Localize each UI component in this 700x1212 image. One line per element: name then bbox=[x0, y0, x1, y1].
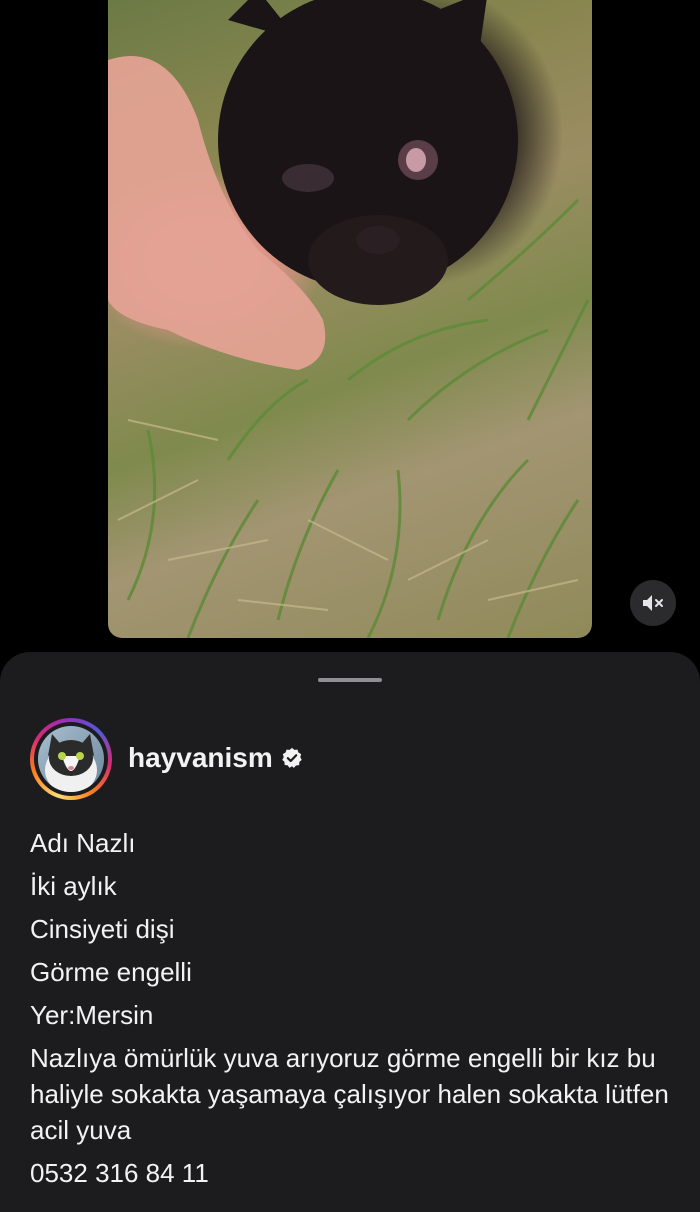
verified-badge-icon bbox=[282, 747, 302, 768]
phone-number[interactable]: 0532 316 84 11 bbox=[30, 1152, 680, 1195]
cat-avatar-icon bbox=[45, 734, 97, 792]
author-row[interactable]: hayvanism bbox=[128, 742, 303, 774]
mute-button[interactable] bbox=[630, 580, 676, 626]
kitten-photo bbox=[108, 0, 590, 638]
post-caption: Adı Nazlı İki aylık Cinsiyeti dişi Görme… bbox=[30, 822, 680, 1195]
avatar-image bbox=[38, 726, 104, 792]
caption-sheet: hayvanism Adı Nazlı İki aylık Cinsiyeti … bbox=[0, 652, 700, 1212]
post-media[interactable] bbox=[108, 0, 592, 638]
caption-line: Cinsiyeti dişi bbox=[30, 914, 175, 944]
caption-line: İki aylık bbox=[30, 871, 117, 901]
caption-line: Görme engelli bbox=[30, 957, 192, 987]
username[interactable]: hayvanism bbox=[128, 742, 273, 774]
sheet-drag-handle[interactable] bbox=[318, 678, 382, 682]
avatar[interactable] bbox=[30, 718, 112, 800]
speaker-muted-icon bbox=[643, 595, 663, 611]
caption-line: Adı Nazlı bbox=[30, 828, 136, 858]
caption-paragraph: Nazlıya ömürlük yuva arıyoruz görme enge… bbox=[30, 1043, 669, 1145]
caption-line: Yer:Mersin bbox=[30, 1000, 154, 1030]
